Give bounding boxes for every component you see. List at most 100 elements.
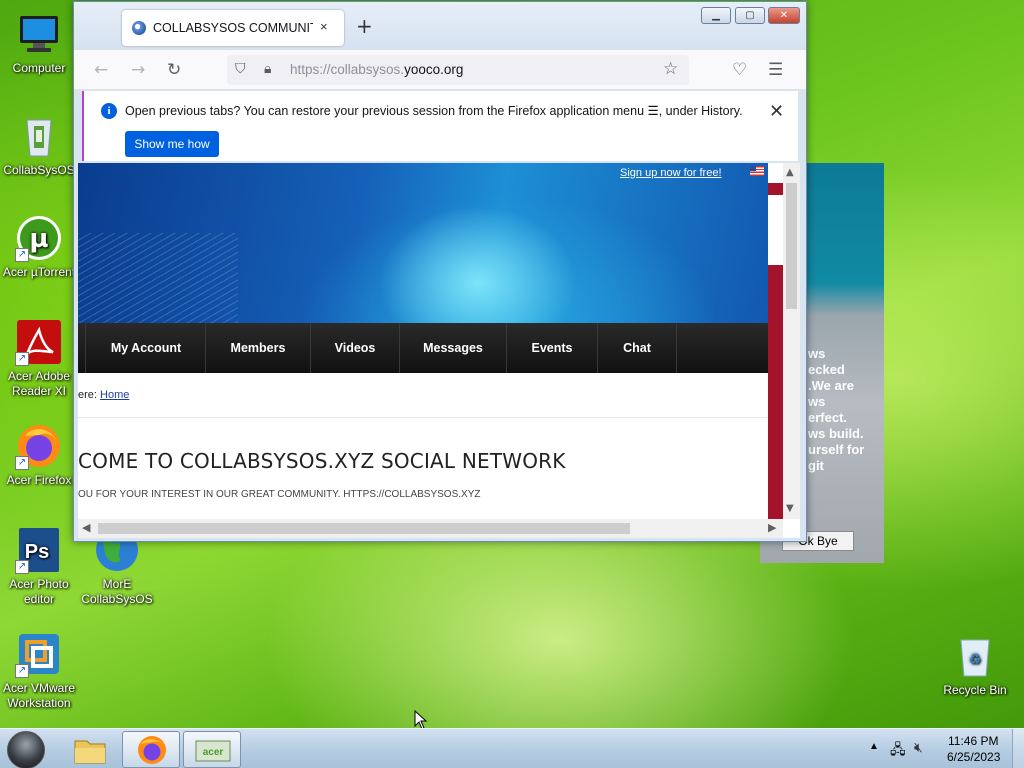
- page-viewport: Sign up now for free! My Account Members…: [78, 163, 800, 538]
- firefox-icon: [138, 736, 166, 764]
- svg-text:acer: acer: [203, 747, 224, 758]
- nav-events[interactable]: Events: [507, 323, 598, 373]
- header-banner: Sign up now for free!: [78, 163, 768, 323]
- scroll-left-icon[interactable]: ◀: [82, 521, 90, 534]
- url-text: https://collabsysos.yooco.org: [290, 62, 463, 77]
- new-tab-button[interactable]: +: [356, 16, 373, 36]
- bookmark-star-icon[interactable]: ☆: [663, 59, 678, 79]
- photoshop-icon: Ps ↗: [15, 526, 63, 574]
- show-me-how-button[interactable]: Show me how: [125, 131, 219, 157]
- banner-rays: [78, 233, 238, 323]
- page-title: COME TO COLLABSYSOS.XYZ SOCIAL NETWORK: [78, 449, 566, 473]
- folder-icon: [74, 740, 106, 764]
- shortcut-arrow-icon: ↗: [15, 248, 29, 262]
- browser-tab[interactable]: COLLABSYSOS COMMUNITY - ×: [122, 10, 344, 46]
- shortcut-arrow-icon: ↗: [15, 456, 29, 470]
- tab-title: COLLABSYSOS COMMUNITY -: [153, 21, 313, 35]
- nav-videos[interactable]: Videos: [311, 323, 400, 373]
- nav-my-account[interactable]: My Account: [87, 323, 206, 373]
- info-icon: i: [101, 103, 117, 119]
- computer-icon: [15, 10, 63, 58]
- browser-window: COLLABSYSOS COMMUNITY - × + ▁ ▢ ✕ ← → ↻ …: [73, 1, 807, 542]
- clock-time[interactable]: 11:46 PM: [948, 734, 998, 748]
- forward-icon[interactable]: →: [131, 60, 145, 80]
- desktop-icon-vmware[interactable]: ↗ Acer VMware Workstation: [0, 630, 78, 711]
- mouse-cursor-icon: [414, 710, 428, 730]
- tab-favicon-icon: [132, 21, 146, 35]
- vmware-icon: ↗: [15, 630, 63, 678]
- scroll-up-icon[interactable]: ▲: [786, 167, 794, 178]
- svg-text:µ: µ: [29, 224, 48, 254]
- desktop-icon-label: MorE CollabSysOS: [81, 577, 153, 606]
- network-icon[interactable]: 🖧︎: [890, 739, 906, 763]
- firefox-icon: ↗: [15, 422, 63, 470]
- shortcut-arrow-icon: ↗: [15, 664, 29, 678]
- horizontal-scroll-thumb[interactable]: [98, 523, 630, 534]
- back-icon[interactable]: ←: [94, 60, 108, 80]
- clock-date[interactable]: 6/25/2023: [947, 750, 1000, 764]
- taskbar: acer ▲ 🖧︎ 🔇︎ 11:46 PM 6/25/2023: [0, 728, 1024, 768]
- show-hidden-icons[interactable]: ▲: [869, 741, 879, 752]
- url-domain: yooco.org: [404, 62, 464, 77]
- scroll-right-icon[interactable]: ▶: [768, 521, 776, 534]
- start-button[interactable]: [7, 731, 45, 768]
- desktop-icon-label: Acer µTorrent: [2, 265, 76, 279]
- divider: [78, 417, 768, 418]
- nav-members[interactable]: Members: [206, 323, 311, 373]
- taskbar-acer-app[interactable]: acer: [183, 731, 241, 768]
- signup-link[interactable]: Sign up now for free!: [620, 167, 722, 179]
- desktop-icon-recycle-bin[interactable]: ♻ Recycle Bin: [936, 632, 1014, 698]
- background-dialog-text: ws ecked .We are ws erfect. ws build. ur…: [808, 346, 865, 473]
- url-prefix: https://collabsysos.: [290, 62, 405, 77]
- breadcrumb-prefix: ere:: [78, 389, 97, 401]
- us-flag-icon[interactable]: [750, 166, 764, 176]
- desktop-icon-photo-editor[interactable]: Ps ↗ Acer Photo editor: [0, 526, 78, 607]
- recycle-bin-icon: ♻: [951, 632, 999, 680]
- pocket-icon[interactable]: ♡: [732, 60, 747, 80]
- utorrent-icon: µ ↗: [15, 214, 63, 262]
- menu-icon[interactable]: ☰: [768, 60, 783, 80]
- reload-icon[interactable]: ↻: [167, 60, 181, 80]
- url-bar[interactable]: ⛉ 🔒︎ https://collabsysos.yooco.org ☆: [227, 55, 689, 85]
- main-nav: My Account Members Videos Messages Event…: [78, 323, 768, 373]
- breadcrumb-home-link[interactable]: Home: [100, 389, 129, 401]
- lock-icon[interactable]: 🔒︎: [264, 61, 271, 77]
- shortcut-arrow-icon: ↗: [15, 352, 29, 366]
- horizontal-scrollbar[interactable]: ◀ ▶: [78, 519, 783, 538]
- desktop-icon-adobe-reader[interactable]: ↗ Acer Adobe Reader XI: [0, 318, 78, 399]
- show-desktop-button[interactable]: [1012, 729, 1024, 768]
- side-banner-box: [768, 195, 783, 265]
- adobe-reader-icon: ↗: [15, 318, 63, 366]
- navigation-toolbar: ← → ↻ ⛉ 🔒︎ https://collabsysos.yooco.org…: [74, 50, 806, 90]
- minimize-button[interactable]: ▁: [701, 7, 731, 24]
- restore-session-notification: i Open previous tabs? You can restore yo…: [82, 91, 798, 161]
- vertical-scroll-thumb[interactable]: [786, 183, 797, 309]
- desktop-icon-computer[interactable]: Computer: [0, 10, 78, 76]
- close-icon[interactable]: ✕: [769, 101, 784, 122]
- volume-muted-icon[interactable]: 🔇︎: [914, 739, 923, 756]
- desktop-icon-label: Acer Adobe Reader XI: [7, 369, 71, 398]
- desktop-icon-collabsysos[interactable]: CollabSysOS: [0, 112, 78, 178]
- recycle-bin-full-icon: [15, 112, 63, 160]
- tab-close-icon[interactable]: ×: [320, 19, 328, 34]
- close-window-button[interactable]: ✕: [768, 7, 800, 24]
- svg-text:♻: ♻: [969, 652, 982, 668]
- desktop-icon-firefox[interactable]: ↗ Acer Firefox: [0, 422, 78, 488]
- taskbar-explorer[interactable]: [61, 731, 119, 768]
- taskbar-firefox[interactable]: [122, 731, 180, 768]
- desktop-icon-label: Acer Photo editor: [9, 577, 69, 606]
- scroll-down-icon[interactable]: ▼: [786, 503, 794, 514]
- nav-messages[interactable]: Messages: [400, 323, 507, 373]
- breadcrumb: ere: Home: [78, 389, 129, 401]
- shield-icon[interactable]: ⛉: [235, 61, 246, 77]
- page-subtitle: OU FOR YOUR INTEREST IN OUR GREAT COMMUN…: [78, 489, 481, 500]
- desktop-icon-label: Recycle Bin: [943, 683, 1007, 697]
- shortcut-arrow-icon: ↗: [15, 560, 29, 574]
- desktop-icon-label: Acer Firefox: [6, 473, 72, 487]
- title-bar: COLLABSYSOS COMMUNITY - × + ▁ ▢ ✕: [74, 2, 806, 50]
- vertical-scrollbar[interactable]: ▲ ▼: [783, 163, 800, 519]
- side-banner: [768, 183, 783, 519]
- nav-chat[interactable]: Chat: [598, 323, 677, 373]
- maximize-button[interactable]: ▢: [735, 7, 765, 24]
- desktop-icon-utorrent[interactable]: µ ↗ Acer µTorrent: [0, 214, 78, 280]
